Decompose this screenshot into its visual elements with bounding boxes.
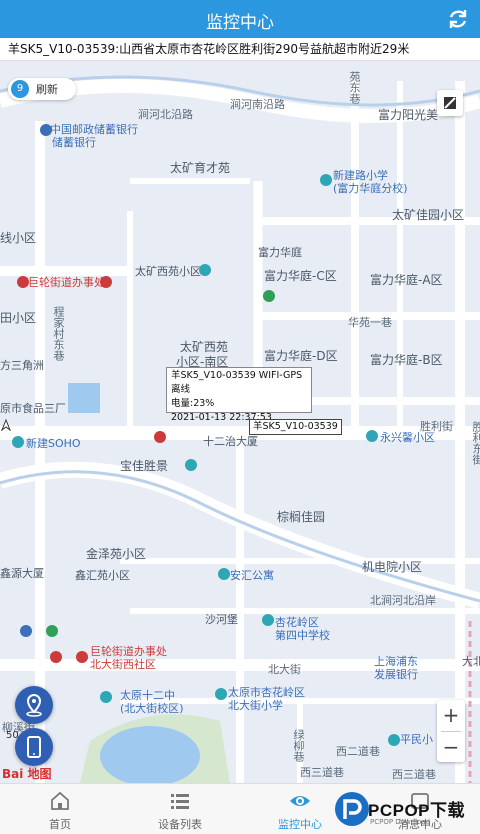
popup-device-status: 羊SK5_V10-03539 WIFI-GPS 离线 (171, 370, 303, 395)
map-label-road: 涧河南沿路 (230, 98, 285, 111)
map-label-poi: 安汇公寓 (230, 569, 274, 582)
map-label-poi: 北大街西社区 (90, 658, 156, 671)
map-label-poi: 第四中学校 (275, 629, 330, 642)
device-address: 羊SK5_V10-03539:山西省太原市杏花岭区胜利街290号益航超市附近29… (0, 38, 480, 61)
school-poi-icon (388, 734, 400, 746)
popup-battery: 电量:23% (171, 398, 215, 409)
map-label-area: 线小区 (0, 231, 37, 245)
map-label-road: 程家村东巷 (52, 306, 65, 361)
map-label-road: 绿柳巷 (292, 729, 305, 762)
map-label-area: 富力华庭-A区 (370, 273, 443, 287)
baidu-logo: Bai 地图 (2, 767, 52, 781)
eye-icon (290, 796, 310, 806)
map-scale: 50 (6, 730, 19, 741)
map-label-road: 苑东巷 (348, 71, 361, 104)
zoom-control: + − (437, 700, 465, 762)
map-label-poi: (北大街校区) (120, 702, 184, 715)
map-label-area: 太矿佳园小区 (392, 208, 465, 222)
pcpop-logo-icon (335, 792, 369, 826)
tab-home[interactable]: 首页 (0, 784, 120, 834)
map-label-area: 富力华庭-C区 (264, 269, 337, 283)
pcpop-watermark: PCPOP下载 PCPOP Download (332, 787, 480, 833)
bank-poi-icon (263, 290, 275, 302)
bank-poi-icon (46, 625, 58, 637)
tab-label: 首页 (49, 818, 71, 831)
list-icon (171, 794, 189, 809)
residential-poi-icon (199, 264, 211, 276)
map-label-area: 方三角洲 (0, 359, 44, 372)
map-label-area: 富力华庭 (258, 246, 302, 259)
school-poi-icon (320, 174, 332, 186)
metro-poi-icon (154, 431, 166, 443)
compass-icon[interactable] (437, 90, 463, 116)
home-icon (51, 791, 69, 810)
map-refresh-button[interactable]: 9 刷新 (8, 78, 76, 100)
map-label-road: 西三道巷 (392, 768, 436, 781)
residential-poi-icon (366, 430, 378, 442)
bank-poi-icon (40, 124, 52, 136)
map-label-road: 胜利东街 (471, 421, 480, 465)
map-label-poi: 储蓄银行 (52, 136, 96, 149)
device-count-badge: 9 (11, 80, 29, 98)
map-label-area: 富力华庭-D区 (264, 349, 338, 363)
map-label-road: 涧河北沿路 (138, 108, 193, 121)
map-label-area: 原市食品三厂 (0, 402, 66, 415)
map-label-poi: 平民小 (400, 733, 433, 746)
map-label-road: 西二道巷 (336, 745, 380, 758)
map-label-area: 宝佳胜景 (120, 459, 169, 473)
phone-icon (27, 736, 41, 758)
hospital-poi-icon (50, 651, 62, 663)
vehicle-marker-icon[interactable] (0, 419, 12, 431)
device-info-popup[interactable]: 羊SK5_V10-03539 WIFI-GPS 离线 电量:23% 2021-0… (166, 367, 312, 423)
tab-device-list[interactable]: 设备列表 (120, 784, 240, 834)
map-label-poi: 巨轮街道办事处 (28, 276, 105, 289)
page-title: 监控中心 (206, 13, 274, 33)
app-header: 监控中心 (0, 0, 480, 38)
map-label-area: 太矿西苑小区 (135, 265, 201, 278)
map-label-area: 沙河堡 (205, 613, 238, 626)
map-label-area: 太矿育才苑 (170, 161, 231, 175)
zoom-out-button[interactable]: − (437, 732, 465, 762)
zoom-in-button[interactable]: + (437, 700, 465, 730)
map-label-poi: 新建SOHO (26, 437, 81, 450)
phone-location-button[interactable] (15, 728, 53, 766)
map-label-road: 华苑一巷 (348, 316, 392, 329)
map-label-road: 西三道巷 (300, 766, 344, 779)
building-poi-icon (12, 436, 24, 448)
government-poi-icon (17, 276, 29, 288)
map-label-area: 田小区 (0, 311, 37, 325)
tab-label: 设备列表 (158, 818, 202, 831)
map-label-area: 鑫源大厦 (0, 567, 44, 580)
bank-poi-icon (20, 625, 32, 637)
map-label-road: 北大街 (268, 663, 301, 676)
map-refresh-label: 刷新 (36, 83, 58, 96)
map-label-poi: 十二治大厦 (203, 435, 258, 448)
watermark-subtitle: PCPOP Download (370, 818, 431, 826)
apartment-poi-icon (218, 568, 230, 580)
school-poi-icon (100, 691, 112, 703)
locate-button[interactable] (15, 686, 53, 724)
government-poi-icon (100, 276, 112, 288)
vehicle-label[interactable]: 羊SK5_V10-03539 (249, 419, 342, 435)
map-label-poi: 永兴馨小区 (380, 431, 435, 444)
map-label-area: 富力华庭-B区 (370, 353, 443, 367)
refresh-icon[interactable] (446, 7, 470, 31)
location-pin-icon (26, 693, 42, 717)
residential-poi-icon (185, 459, 197, 471)
map-label-area: 大北 (462, 655, 480, 668)
school-poi-icon (215, 688, 227, 700)
school-poi-icon (262, 614, 274, 626)
map-label-area: 富力阳光美 (378, 108, 439, 122)
map-label-area: 鑫汇苑小区 (75, 569, 130, 582)
map-label-area: 机电院小区 (362, 560, 423, 574)
map-view[interactable]: 9 刷新 涧河北沿路 涧河南沿路 中国邮政储蓄银行 储蓄银行 富力阳光美 太矿育… (0, 61, 480, 783)
map-label-poi: 北大街小学 (228, 699, 283, 712)
map-label-road: 北涧河北沿岸 (370, 594, 436, 607)
map-label-poi: (富力华庭分校) (333, 182, 408, 195)
map-label-area: 棕榈佳园 (277, 510, 326, 524)
map-label-poi: 发展银行 (374, 668, 418, 681)
government-poi-icon (76, 651, 88, 663)
map-label-area: 金泽苑小区 (86, 547, 147, 561)
